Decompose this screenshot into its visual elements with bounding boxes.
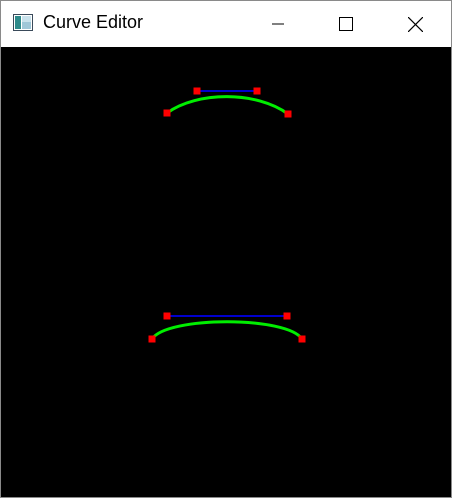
- bottom-curve-handle-1[interactable]: [148, 335, 156, 343]
- bottom-curve-handle-3[interactable]: [283, 312, 291, 320]
- title-bar[interactable]: Curve Editor: [1, 1, 451, 47]
- bottom-curve-handle-2[interactable]: [163, 312, 171, 320]
- window-title: Curve Editor: [43, 12, 144, 32]
- maximize-button[interactable]: [323, 1, 369, 47]
- top-curve-handle-3[interactable]: [253, 87, 261, 95]
- minimize-icon: [272, 23, 284, 25]
- app-window-icon: [13, 14, 33, 31]
- close-button[interactable]: [392, 1, 438, 47]
- top-curve-handle-2[interactable]: [193, 87, 201, 95]
- bottom-curve-handle-4[interactable]: [298, 335, 306, 343]
- curve-canvas[interactable]: [1, 47, 451, 497]
- top-curve[interactable]: [166, 95, 289, 116]
- maximize-icon: [339, 17, 353, 31]
- curve-editor-window: Curve Editor: [0, 0, 452, 498]
- top-curve-handle-1[interactable]: [163, 109, 171, 117]
- minimize-button[interactable]: [255, 1, 301, 47]
- top-curve-handle-4[interactable]: [284, 110, 292, 118]
- close-icon: [407, 16, 423, 32]
- bottom-curve[interactable]: [150, 320, 304, 341]
